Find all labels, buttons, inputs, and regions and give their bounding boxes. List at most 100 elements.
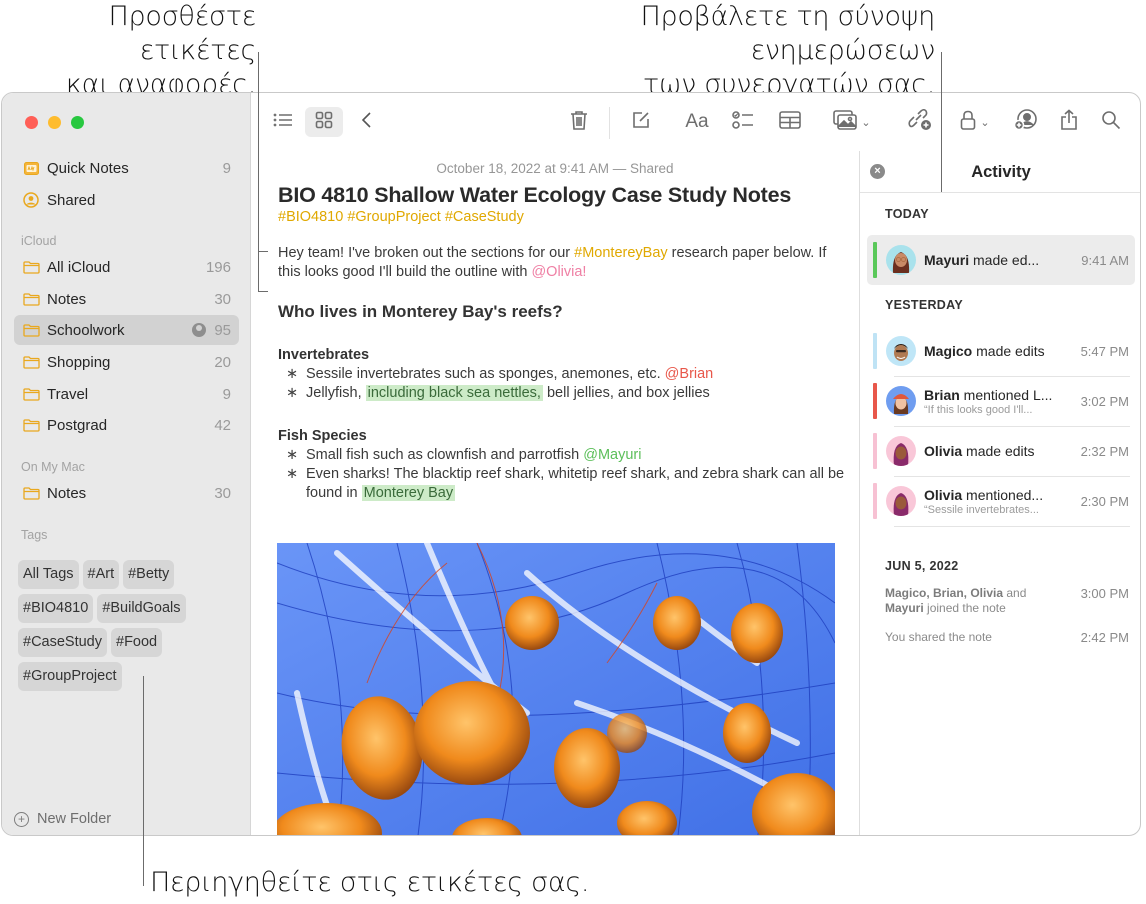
- sidebar-item-quick-notes[interactable]: Quick Notes 9: [14, 153, 239, 183]
- callout-leader-line: [143, 676, 144, 886]
- sidebar-item-label: Notes: [47, 484, 87, 502]
- checklist-button[interactable]: [730, 107, 756, 137]
- avatar-olivia: [886, 436, 916, 466]
- minimize-window-button[interactable]: [48, 116, 61, 129]
- note-editor[interactable]: October 18, 2022 at 9:41 AM — Shared BIO…: [252, 151, 858, 835]
- collaborator-color-bar: [873, 483, 877, 519]
- activity-time: 2:42 PM: [1080, 630, 1129, 645]
- mention-mayuri[interactable]: @Mayuri: [583, 447, 641, 463]
- avatar-mayuri: [886, 245, 916, 275]
- activity-time: 2:32 PM: [1080, 443, 1129, 459]
- search-icon: [1101, 110, 1121, 135]
- new-folder-button[interactable]: + New Folder: [14, 811, 111, 827]
- plus-circle-icon: +: [14, 811, 29, 827]
- window-controls: [25, 116, 84, 129]
- activity-text: Magico made edits: [924, 343, 1081, 359]
- tag-all-tags[interactable]: All Tags: [18, 560, 79, 589]
- activity-title: Activity: [971, 163, 1031, 181]
- sidebar-item-label: Postgrad: [47, 416, 108, 434]
- activity-action: mentioned L...: [959, 386, 1053, 403]
- back-button[interactable]: [355, 107, 379, 137]
- avatar-olivia: [886, 486, 916, 516]
- chevron-down-icon: ⌄: [861, 116, 871, 129]
- delete-button[interactable]: [567, 107, 591, 137]
- tag-betty[interactable]: #Betty: [123, 560, 175, 589]
- collaborate-link-icon: [908, 108, 932, 136]
- sidebar-item-travel[interactable]: Travel 9: [14, 379, 239, 409]
- tag-browser: All Tags #Art #Betty #BIO4810 #BuildGoal…: [18, 560, 243, 691]
- lock-button[interactable]: ⌄: [955, 107, 995, 137]
- collaborator-color-bar: [873, 333, 877, 369]
- activity-row[interactable]: Magico made edits 5:47 PM: [867, 326, 1135, 376]
- media-button[interactable]: ⌄: [829, 107, 875, 137]
- search-button[interactable]: [1099, 107, 1123, 137]
- activity-row[interactable]: Olivia mentioned... “Sessile invertebrat…: [867, 476, 1135, 526]
- activity-text: Olivia made edits: [924, 443, 1081, 459]
- format-button[interactable]: Aa: [682, 107, 712, 137]
- jellyfish-image[interactable]: [277, 543, 835, 835]
- list-item: Even sharks! The blacktip reef shark, wh…: [278, 465, 848, 503]
- tag-casestudy[interactable]: #CaseStudy: [18, 628, 107, 657]
- collaborator-color-bar: [873, 383, 877, 419]
- highlighted-edit: Monterey Bay: [361, 485, 456, 501]
- activity-row[interactable]: Brian mentioned L... “If this looks good…: [867, 376, 1135, 426]
- mention-brian[interactable]: @Brian: [665, 366, 714, 382]
- callout-leader-line: [258, 52, 259, 292]
- zoom-window-button[interactable]: [71, 116, 84, 129]
- share-button[interactable]: [1057, 107, 1081, 137]
- mention-olivia[interactable]: @Olivia!: [531, 264, 586, 280]
- lock-icon: [960, 110, 976, 135]
- share-note-button[interactable]: [1012, 107, 1040, 137]
- text-run: joined the note: [923, 601, 1006, 615]
- table-button[interactable]: [777, 107, 803, 137]
- tag-groupproject[interactable]: #GroupProject: [18, 662, 122, 691]
- sidebar-item-label: Shopping: [47, 353, 111, 371]
- collaborator-name: Magico: [924, 343, 973, 359]
- sidebar-item-postgrad[interactable]: Postgrad 42: [14, 410, 239, 440]
- collaborator-name: Brian: [924, 386, 960, 403]
- sidebar-item-mac-notes[interactable]: Notes 30: [14, 478, 239, 508]
- tag-bio4810[interactable]: #BIO4810: [18, 594, 94, 623]
- collaborator-name: Olivia: [924, 443, 963, 459]
- callout-line: Προσθέστε ετικέτες: [108, 1, 257, 66]
- sidebar: Quick Notes 9 Shared iCloud All iCloud 1…: [2, 93, 251, 835]
- tag-art[interactable]: #Art: [82, 560, 120, 589]
- gallery-view-button[interactable]: [305, 107, 343, 137]
- sidebar-item-shared[interactable]: Shared: [14, 185, 239, 215]
- collaborator-color-bar: [873, 242, 877, 278]
- collaborator-name: Mayuri: [924, 252, 970, 268]
- activity-time: 5:47 PM: [1080, 343, 1129, 359]
- sidebar-item-schoolwork[interactable]: Schoolwork 95: [14, 315, 239, 345]
- folder-icon: [22, 385, 40, 403]
- activity-snippet: “Sessile invertebrates...: [924, 503, 1039, 516]
- sidebar-item-label: Travel: [47, 385, 89, 403]
- activity-text: Olivia mentioned... “Sessile invertebrat…: [924, 487, 1081, 516]
- sidebar-item-label: Shared: [47, 191, 96, 209]
- media-icon: [833, 109, 858, 135]
- hashtag-montereybay[interactable]: #MontereyBay: [574, 245, 668, 261]
- new-note-button[interactable]: [629, 107, 653, 137]
- activity-row[interactable]: Mayuri made ed... 9:41 AM: [867, 235, 1135, 285]
- collaborator-names: Magico, Brian, Olivia: [885, 586, 1004, 600]
- callout-tags-mentions: Προσθέστε ετικέτες και αναφορές.: [2, 0, 256, 102]
- sidebar-item-notes[interactable]: Notes 30: [14, 284, 239, 314]
- close-window-button[interactable]: [25, 116, 38, 129]
- list-view-button[interactable]: [270, 107, 296, 137]
- activity-time: 3:02 PM: [1080, 393, 1129, 409]
- compose-icon: [631, 110, 651, 135]
- note-tags[interactable]: #BIO4810 #GroupProject #CaseStudy: [278, 209, 848, 225]
- sidebar-item-all-icloud[interactable]: All iCloud 196: [14, 252, 239, 282]
- chevron-left-icon: [361, 111, 373, 134]
- avatar-magico: [886, 336, 916, 366]
- tag-food[interactable]: #Food: [111, 628, 163, 657]
- note-count: 9: [222, 159, 231, 177]
- note-body[interactable]: BIO 4810 Shallow Water Ecology Case Stud…: [278, 183, 848, 503]
- tag-buildgoals[interactable]: #BuildGoals: [97, 594, 186, 623]
- collaborate-button[interactable]: [906, 107, 934, 137]
- note-count: 20: [214, 353, 231, 371]
- activity-row[interactable]: Olivia made edits 2:32 PM: [867, 426, 1135, 476]
- toolbar: Aa ⌄ ⌄: [252, 93, 1140, 151]
- note-count: 30: [214, 484, 231, 502]
- sidebar-item-shopping[interactable]: Shopping 20: [14, 347, 239, 377]
- share-icon: [1060, 108, 1078, 136]
